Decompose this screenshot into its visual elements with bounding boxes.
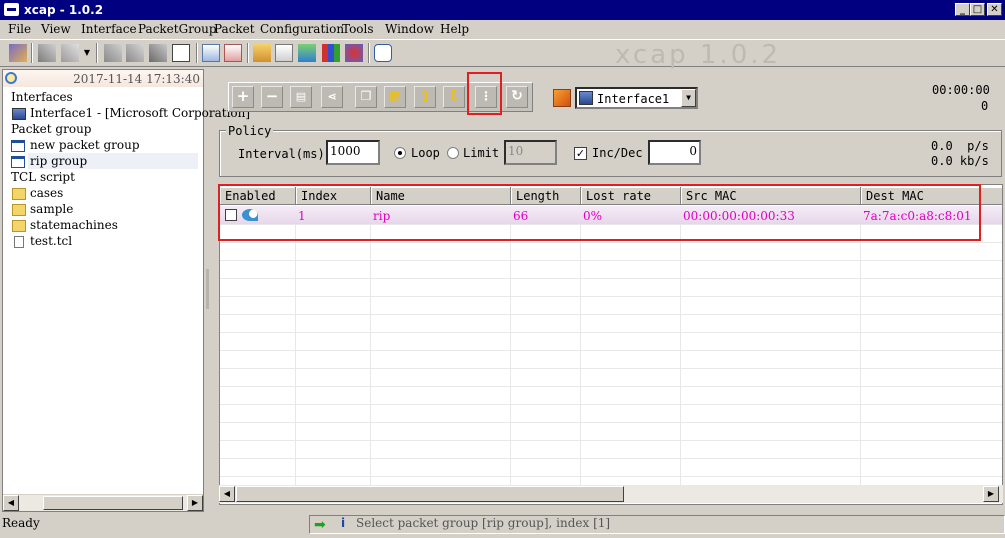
remove-packet-button[interactable]: − bbox=[261, 86, 283, 108]
interface-select-value: Interface1 bbox=[597, 92, 670, 106]
filter-icon[interactable] bbox=[126, 44, 144, 62]
packet-icon[interactable] bbox=[345, 44, 363, 62]
book-icon[interactable] bbox=[172, 44, 190, 62]
datetime-label: 2017-11-14 17:13:40 bbox=[73, 72, 200, 86]
window-remove-icon[interactable] bbox=[224, 44, 242, 62]
chevron-down-icon[interactable]: ▼ bbox=[681, 89, 696, 107]
tree-item-packet-group[interactable]: Packet group bbox=[11, 122, 91, 136]
clock-icon bbox=[5, 72, 17, 84]
folder-icon bbox=[12, 220, 26, 232]
rss-icon bbox=[553, 89, 571, 107]
packet-group-icon bbox=[11, 140, 25, 152]
file-icon bbox=[14, 236, 24, 248]
tree-item-statemachines[interactable]: statemachines bbox=[30, 218, 118, 232]
limit-label: Limit bbox=[463, 146, 500, 160]
connect-icon[interactable] bbox=[38, 44, 56, 62]
refresh-icon[interactable] bbox=[298, 44, 316, 62]
bar-chart-icon[interactable] bbox=[322, 44, 340, 62]
policy-legend: Policy bbox=[226, 124, 274, 138]
tree-item-interfaces[interactable]: Interfaces bbox=[11, 90, 73, 104]
menu-interface[interactable]: Interface bbox=[81, 22, 137, 36]
open-folder-icon[interactable] bbox=[253, 44, 271, 62]
scroll-right-button[interactable]: ▶ bbox=[187, 495, 203, 511]
highlight-box bbox=[467, 72, 502, 115]
minimize-button[interactable]: _ bbox=[955, 3, 970, 16]
menu-help[interactable]: Help bbox=[440, 22, 469, 36]
close-button[interactable]: ✕ bbox=[987, 3, 1002, 16]
menu-packet[interactable]: Packet bbox=[214, 22, 255, 36]
tree-item-interface1[interactable]: Interface1 - [Microsoft Corporation] bbox=[30, 106, 250, 120]
packet-count: 0 bbox=[981, 99, 989, 113]
packet-group-icon bbox=[11, 156, 25, 168]
reload-button[interactable]: ↻ bbox=[506, 86, 528, 108]
menu-file[interactable]: File bbox=[8, 22, 31, 36]
loop-label: Loop bbox=[411, 146, 440, 160]
interval-label: Interval(ms) bbox=[238, 147, 325, 161]
tree-header: 2017-11-14 17:13:40 bbox=[3, 70, 203, 87]
incdec-checkbox[interactable]: ✓ bbox=[574, 147, 587, 160]
menu-packetgroup[interactable]: PacketGroup bbox=[138, 22, 217, 36]
folder-icon bbox=[12, 188, 26, 200]
chat-icon[interactable] bbox=[374, 44, 392, 62]
dropdown-arrow-icon[interactable]: ▼ bbox=[82, 44, 92, 62]
menu-bar: File View Interface PacketGroup Packet C… bbox=[0, 20, 1005, 39]
incdec-label: Inc/Dec bbox=[592, 146, 643, 160]
tree-horizontal-scrollbar[interactable]: ◀ ▶ bbox=[3, 494, 203, 511]
title-bar: xcap - 1.0.2 _ □ ✕ bbox=[0, 0, 1005, 20]
tree-item-cases[interactable]: cases bbox=[30, 186, 63, 200]
loop-radio[interactable] bbox=[394, 147, 406, 159]
scroll-left-button[interactable]: ◀ bbox=[219, 486, 235, 502]
scroll-thumb[interactable] bbox=[43, 496, 183, 510]
highlight-box bbox=[218, 184, 981, 241]
tree-item-new-packet-group[interactable]: new packet group bbox=[30, 138, 140, 152]
share-packet-button[interactable]: ⋖ bbox=[321, 86, 343, 108]
export-icon[interactable] bbox=[149, 44, 167, 62]
scroll-thumb[interactable] bbox=[236, 486, 624, 502]
interval-input[interactable]: 1000 bbox=[326, 140, 380, 165]
capture-icon[interactable] bbox=[104, 44, 122, 62]
edit-packet-button[interactable]: ▤ bbox=[290, 86, 312, 108]
move-up-button[interactable]: ⇧ bbox=[414, 86, 436, 108]
interface-select[interactable]: Interface1 ▼ bbox=[575, 87, 698, 109]
arrow-right-icon: ➡ bbox=[314, 517, 326, 533]
tree-item-sample[interactable]: sample bbox=[30, 202, 73, 216]
limit-input[interactable]: 10 bbox=[504, 140, 557, 165]
folder-icon bbox=[12, 204, 26, 216]
elapsed-time: 00:00:00 bbox=[932, 83, 990, 97]
info-icon: i bbox=[341, 516, 346, 530]
scroll-left-button[interactable]: ◀ bbox=[3, 495, 19, 511]
tree-item-tcl-script[interactable]: TCL script bbox=[11, 170, 75, 184]
status-message: Select packet group [rip group], index [… bbox=[356, 516, 611, 530]
window-add-icon[interactable] bbox=[202, 44, 220, 62]
window-title: xcap - 1.0.2 bbox=[24, 3, 104, 17]
menu-configuration[interactable]: Configuration bbox=[260, 22, 344, 36]
scroll-right-button[interactable]: ▶ bbox=[983, 486, 999, 502]
menu-tools[interactable]: Tools bbox=[342, 22, 374, 36]
status-bar: Ready ➡ i Select packet group [rip group… bbox=[0, 513, 1005, 538]
watermark: xcap 1.0.2 bbox=[615, 40, 782, 70]
document-icon[interactable] bbox=[275, 44, 293, 62]
disconnect-icon[interactable] bbox=[61, 44, 79, 62]
table-horizontal-scrollbar[interactable]: ◀ ▶ bbox=[219, 485, 1003, 503]
network-card-icon bbox=[579, 91, 593, 105]
add-packet-button[interactable]: + bbox=[232, 86, 254, 108]
maximize-button[interactable]: □ bbox=[970, 3, 985, 16]
copy-packet-button[interactable]: ❐ bbox=[355, 86, 377, 108]
new-project-icon[interactable] bbox=[9, 44, 27, 62]
status-ready: Ready bbox=[2, 516, 40, 530]
app-icon bbox=[4, 3, 19, 16]
menu-window[interactable]: Window bbox=[385, 22, 434, 36]
limit-radio[interactable] bbox=[447, 147, 459, 159]
network-card-icon bbox=[12, 108, 26, 120]
tree-item-rip-group[interactable]: rip group bbox=[30, 154, 87, 168]
tree-item-test-tcl[interactable]: test.tcl bbox=[30, 234, 72, 248]
splitter-grip[interactable] bbox=[206, 269, 209, 309]
paste-packet-button[interactable]: ▦ bbox=[384, 86, 406, 108]
menu-view[interactable]: View bbox=[41, 22, 71, 36]
panel-splitter[interactable] bbox=[204, 69, 216, 512]
move-down-button[interactable]: ⇩ bbox=[443, 86, 465, 108]
rate-kbps: 0.0 kb/s bbox=[931, 154, 989, 168]
rate-pps: 0.0 p/s bbox=[931, 139, 989, 153]
incdec-input[interactable]: 0 bbox=[648, 140, 701, 165]
